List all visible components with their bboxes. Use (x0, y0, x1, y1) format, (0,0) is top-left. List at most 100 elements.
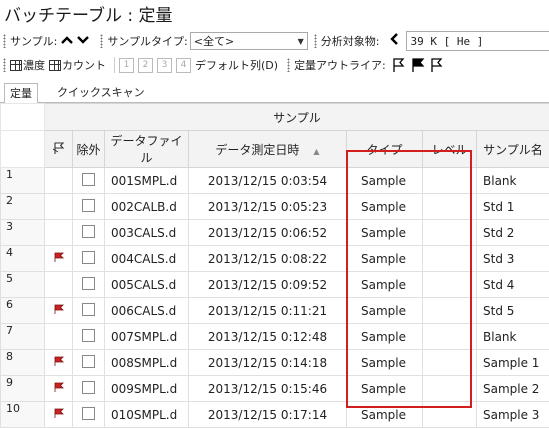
acq-datetime-cell[interactable]: 2013/12/15 0:17:14 (189, 402, 347, 428)
type-cell[interactable]: Sample (347, 220, 423, 246)
flag-solid-icon[interactable] (410, 57, 426, 73)
samplename-cell[interactable]: Blank (477, 324, 549, 350)
acq-datetime-cell[interactable]: 2013/12/15 0:11:21 (189, 298, 347, 324)
level-cell[interactable] (423, 220, 477, 246)
samplename-cell[interactable]: Blank (477, 168, 549, 194)
flag-outline-icon[interactable] (391, 57, 407, 73)
table-row[interactable]: 3 003CALS.d2013/12/15 0:06:52Sample Std 2 (1, 220, 549, 246)
grip-icon[interactable] (3, 58, 6, 72)
exclude-checkbox[interactable] (82, 355, 95, 368)
grip-icon[interactable] (100, 34, 103, 48)
acq-datetime-cell[interactable]: 2013/12/15 0:12:48 (189, 324, 347, 350)
exclude-column-header[interactable]: 除外 (73, 131, 105, 168)
row-number[interactable]: 7 (1, 324, 45, 350)
concentration-button[interactable]: 濃度 (10, 57, 45, 73)
table-row[interactable]: 10 010SMPL.d2013/12/15 0:17:14Sample Sampl… (1, 402, 549, 428)
samplename-cell[interactable]: Std 1 (477, 194, 549, 220)
level-cell[interactable] (423, 168, 477, 194)
level-cell[interactable] (423, 402, 477, 428)
count-button[interactable]: カウント (49, 57, 106, 73)
samplename-cell[interactable]: Sample 2 (477, 376, 549, 402)
tab-quantitation[interactable]: 定量 (4, 83, 38, 104)
row-number[interactable]: 4 (1, 246, 45, 272)
column-set-4-button[interactable]: 4 (176, 58, 191, 73)
table-row[interactable]: 5005CALS.d2013/12/15 0:09:52SampleStd 4 (1, 272, 549, 298)
exclude-checkbox[interactable] (82, 407, 95, 420)
sample-type-select[interactable]: <全て> ▼ (190, 32, 308, 50)
table-row[interactable]: 4 004CALS.d2013/12/15 0:08:22Sample Std 3 (1, 246, 549, 272)
datafile-cell[interactable]: 001SMPL.d (105, 168, 189, 194)
datafile-cell[interactable]: 004CALS.d (105, 246, 189, 272)
acq-datetime-cell[interactable]: 2013/12/15 0:15:46 (189, 376, 347, 402)
grip-icon[interactable] (287, 58, 290, 72)
row-number[interactable]: 6 (1, 298, 45, 324)
level-column-header[interactable]: レベル (423, 131, 477, 168)
chevron-up-icon[interactable] (59, 33, 75, 49)
type-cell[interactable]: Sample (347, 402, 423, 428)
exclude-checkbox[interactable] (82, 329, 95, 342)
flag-outline-icon[interactable] (429, 57, 445, 73)
type-column-header[interactable]: タイプ (347, 131, 423, 168)
column-set-2-button[interactable]: 2 (138, 58, 153, 73)
exclude-checkbox[interactable] (82, 277, 95, 290)
samplename-cell[interactable]: Std 2 (477, 220, 549, 246)
grip-icon[interactable] (314, 34, 317, 48)
type-cell[interactable]: Sample (347, 324, 423, 350)
table-row[interactable]: 7 007SMPL.d2013/12/15 0:12:48Sample Blank (1, 324, 549, 350)
chevron-left-icon[interactable] (386, 32, 402, 50)
level-cell[interactable] (423, 376, 477, 402)
default-columns-button[interactable]: デフォルト列(D) (195, 57, 278, 73)
tab-quickscan[interactable]: クイックスキャン (52, 83, 150, 102)
datafile-column-header[interactable]: データファイル (105, 131, 189, 168)
exclude-checkbox[interactable] (82, 199, 95, 212)
datafile-cell[interactable]: 003CALS.d (105, 220, 189, 246)
type-cell[interactable]: Sample (347, 298, 423, 324)
level-cell[interactable] (423, 194, 477, 220)
acq-datetime-cell[interactable]: 2013/12/15 0:08:22 (189, 246, 347, 272)
exclude-checkbox[interactable] (82, 225, 95, 238)
samplename-cell[interactable]: Std 5 (477, 298, 549, 324)
exclude-checkbox[interactable] (82, 381, 95, 394)
acq-datetime-cell[interactable]: 2013/12/15 0:06:52 (189, 220, 347, 246)
datafile-cell[interactable]: 008SMPL.d (105, 350, 189, 376)
datafile-cell[interactable]: 009SMPL.d (105, 376, 189, 402)
samplename-cell[interactable]: Sample 3 (477, 402, 549, 428)
column-set-1-button[interactable]: 1 (119, 58, 134, 73)
exclude-checkbox[interactable] (82, 173, 95, 186)
table-row[interactable]: 1 001SMPL.d2013/12/15 0:03:54Sample Blank (1, 168, 549, 194)
datafile-cell[interactable]: 010SMPL.d (105, 402, 189, 428)
samplename-cell[interactable]: Std 3 (477, 246, 549, 272)
table-row[interactable]: 8008SMPL.d2013/12/15 0:14:18SampleSample… (1, 350, 549, 376)
flag-column-header[interactable] (45, 131, 73, 168)
type-cell[interactable]: Sample (347, 168, 423, 194)
acq-datetime-cell[interactable]: 2013/12/15 0:14:18 (189, 350, 347, 376)
type-cell[interactable]: Sample (347, 194, 423, 220)
samplename-column-header[interactable]: サンプル名 (477, 131, 549, 168)
level-cell[interactable] (423, 246, 477, 272)
row-number[interactable]: 10 (1, 402, 45, 428)
level-cell[interactable] (423, 298, 477, 324)
row-number[interactable]: 3 (1, 220, 45, 246)
level-cell[interactable] (423, 272, 477, 298)
analyte-field[interactable]: 39 K [ He ] (406, 31, 549, 51)
type-cell[interactable]: Sample (347, 376, 423, 402)
datafile-cell[interactable]: 007SMPL.d (105, 324, 189, 350)
type-cell[interactable]: Sample (347, 246, 423, 272)
table-row[interactable]: 9 009SMPL.d2013/12/15 0:15:46Sample Sample… (1, 376, 549, 402)
exclude-checkbox[interactable] (82, 303, 95, 316)
level-cell[interactable] (423, 350, 477, 376)
acq-datetime-cell[interactable]: 2013/12/15 0:05:23 (189, 194, 347, 220)
datafile-cell[interactable]: 005CALS.d (105, 272, 189, 298)
type-cell[interactable]: Sample (347, 350, 423, 376)
exclude-checkbox[interactable] (82, 251, 95, 264)
table-row[interactable]: 2002CALB.d2013/12/15 0:05:23SampleStd 1 (1, 194, 549, 220)
type-cell[interactable]: Sample (347, 272, 423, 298)
row-number[interactable]: 8 (1, 350, 45, 376)
row-number[interactable]: 5 (1, 272, 45, 298)
chevron-down-icon[interactable] (75, 33, 91, 49)
column-set-3-button[interactable]: 3 (157, 58, 172, 73)
acq-datetime-column-header[interactable]: データ測定日時▲ (189, 131, 347, 168)
acq-datetime-cell[interactable]: 2013/12/15 0:03:54 (189, 168, 347, 194)
row-number[interactable]: 9 (1, 376, 45, 402)
row-number[interactable]: 1 (1, 168, 45, 194)
